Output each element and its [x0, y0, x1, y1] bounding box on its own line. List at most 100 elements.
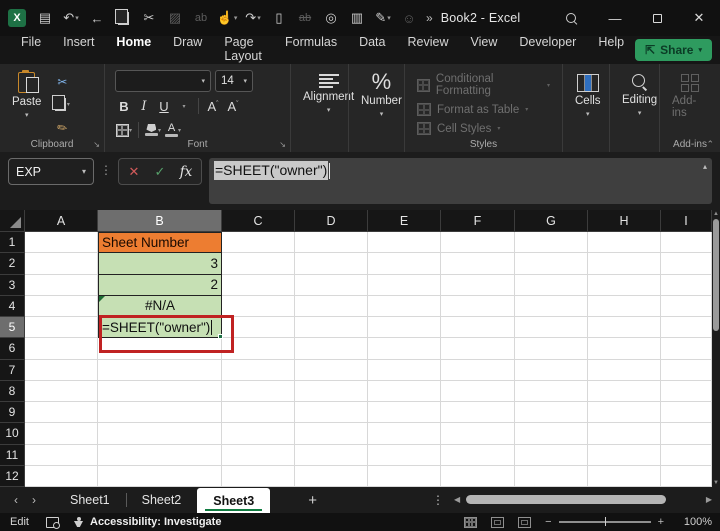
cell-D3[interactable]	[295, 274, 368, 296]
cell-H2[interactable]	[588, 253, 661, 275]
cell-A3[interactable]	[25, 274, 98, 296]
cancel-button[interactable]: ✕	[122, 161, 146, 183]
find-sheet-icon[interactable]: ▥	[344, 5, 370, 31]
cell-D4[interactable]	[295, 295, 368, 317]
cell-F6[interactable]	[441, 338, 515, 360]
cell-H6[interactable]	[588, 338, 661, 360]
cell-A7[interactable]	[25, 359, 98, 381]
column-header-F[interactable]: F	[441, 210, 515, 232]
cell-D9[interactable]	[295, 402, 368, 424]
zoom-out-button[interactable]: −	[545, 516, 551, 528]
number-button[interactable]: % Number ▾	[353, 70, 410, 120]
cell-F10[interactable]	[441, 423, 515, 445]
cell-H9[interactable]	[588, 402, 661, 424]
editing-button[interactable]: Editing ▾	[614, 72, 665, 119]
cell-G12[interactable]	[515, 465, 588, 487]
cell-G11[interactable]	[515, 444, 588, 466]
cut-button[interactable]: ✂	[51, 72, 73, 91]
cell-D7[interactable]	[295, 359, 368, 381]
column-header-B[interactable]: B	[98, 210, 222, 232]
save-icon[interactable]: ▤	[32, 5, 58, 31]
cell-I4[interactable]	[661, 295, 712, 317]
cell-E3[interactable]	[368, 274, 441, 296]
cell-C12[interactable]	[222, 465, 295, 487]
cell-B2[interactable]: 3	[98, 253, 222, 275]
camera-icon[interactable]: ◎	[318, 5, 344, 31]
cells-button[interactable]: Cells ▾	[567, 72, 609, 120]
cut-icon[interactable]: ✂	[136, 5, 162, 31]
cell-styles-button[interactable]: Cell Styles ▾	[417, 122, 550, 135]
row-header-1[interactable]: 1	[0, 232, 25, 254]
cell-D11[interactable]	[295, 444, 368, 466]
macro-record-icon[interactable]	[46, 516, 60, 529]
collapse-ribbon-icon[interactable]: ⌃	[706, 139, 714, 150]
cell-C9[interactable]	[222, 402, 295, 424]
row-header-12[interactable]: 12	[0, 465, 25, 487]
italic-button[interactable]: I	[135, 96, 153, 116]
column-header-A[interactable]: A	[25, 210, 98, 232]
cell-B1[interactable]: Sheet Number	[98, 232, 222, 254]
row-header-9[interactable]: 9	[0, 402, 25, 424]
formula-input[interactable]: =SHEET("owner") ▴	[209, 158, 712, 204]
page-layout-view-icon[interactable]	[491, 516, 505, 528]
font-name-select[interactable]: ▾	[115, 70, 211, 92]
cell-A12[interactable]	[25, 465, 98, 487]
cell-A8[interactable]	[25, 380, 98, 402]
cell-E7[interactable]	[368, 359, 441, 381]
cell-B4[interactable]: #N/A	[98, 295, 222, 317]
underline-options-chevron-icon[interactable]: ▾	[175, 96, 193, 116]
touch-mode-icon[interactable]: ☝ ▾	[214, 5, 240, 31]
cell-C11[interactable]	[222, 444, 295, 466]
cell-F9[interactable]	[441, 402, 515, 424]
zoom-level[interactable]: 100%	[678, 516, 712, 528]
draw-pen-icon[interactable]: ✎ ▾	[370, 5, 396, 31]
cell-A10[interactable]	[25, 423, 98, 445]
cell-I8[interactable]	[661, 380, 712, 402]
normal-view-icon[interactable]	[464, 516, 478, 528]
cell-C8[interactable]	[222, 380, 295, 402]
row-header-10[interactable]: 10	[0, 423, 25, 445]
format-painter-button[interactable]: ✎	[48, 113, 77, 141]
row-header-8[interactable]: 8	[0, 380, 25, 402]
cell-G1[interactable]	[515, 232, 588, 254]
conditional-formatting-button[interactable]: Conditional Formatting ▾	[417, 73, 550, 97]
close-button[interactable]: ✕	[678, 0, 720, 36]
row-header-6[interactable]: 6	[0, 338, 25, 360]
cell-F12[interactable]	[441, 465, 515, 487]
row-header-2[interactable]: 2	[0, 253, 25, 275]
horizontal-scrollbar-thumb[interactable]	[466, 495, 666, 504]
cell-I10[interactable]	[661, 423, 712, 445]
vertical-scrollbar-thumb[interactable]	[713, 219, 719, 331]
cell-I9[interactable]	[661, 402, 712, 424]
cell-G6[interactable]	[515, 338, 588, 360]
cell-I2[interactable]	[661, 253, 712, 275]
column-header-E[interactable]: E	[368, 210, 441, 232]
maximize-button[interactable]	[636, 0, 678, 36]
horizontal-scrollbar[interactable]: ◀ ▶	[454, 487, 712, 513]
cell-A1[interactable]	[25, 232, 98, 254]
cell-A9[interactable]	[25, 402, 98, 424]
cell-C1[interactable]	[222, 232, 295, 254]
cell-D12[interactable]	[295, 465, 368, 487]
cell-C10[interactable]	[222, 423, 295, 445]
cell-G7[interactable]	[515, 359, 588, 381]
redo-icon[interactable]: ↷ ▾	[240, 5, 266, 31]
cell-I6[interactable]	[661, 338, 712, 360]
cell-F7[interactable]	[441, 359, 515, 381]
fill-handle[interactable]	[218, 334, 223, 340]
insert-function-button[interactable]: fx	[174, 161, 198, 183]
cell-E12[interactable]	[368, 465, 441, 487]
cell-F4[interactable]	[441, 295, 515, 317]
cell-E10[interactable]	[368, 423, 441, 445]
cell-H3[interactable]	[588, 274, 661, 296]
sheet-tab-sheet3[interactable]: Sheet3	[197, 488, 271, 513]
accessibility-status[interactable]: Accessibility: Investigate	[90, 516, 221, 528]
column-header-H[interactable]: H	[588, 210, 661, 232]
cell-A2[interactable]	[25, 253, 98, 275]
cell-H7[interactable]	[588, 359, 661, 381]
qat-overflow-icon[interactable]: »	[426, 11, 433, 25]
new-sheet-button[interactable]: +	[270, 492, 355, 509]
new-file-icon[interactable]: ▯	[266, 5, 292, 31]
vertical-scrollbar[interactable]: ▲ ▼	[712, 210, 720, 487]
cell-D8[interactable]	[295, 380, 368, 402]
